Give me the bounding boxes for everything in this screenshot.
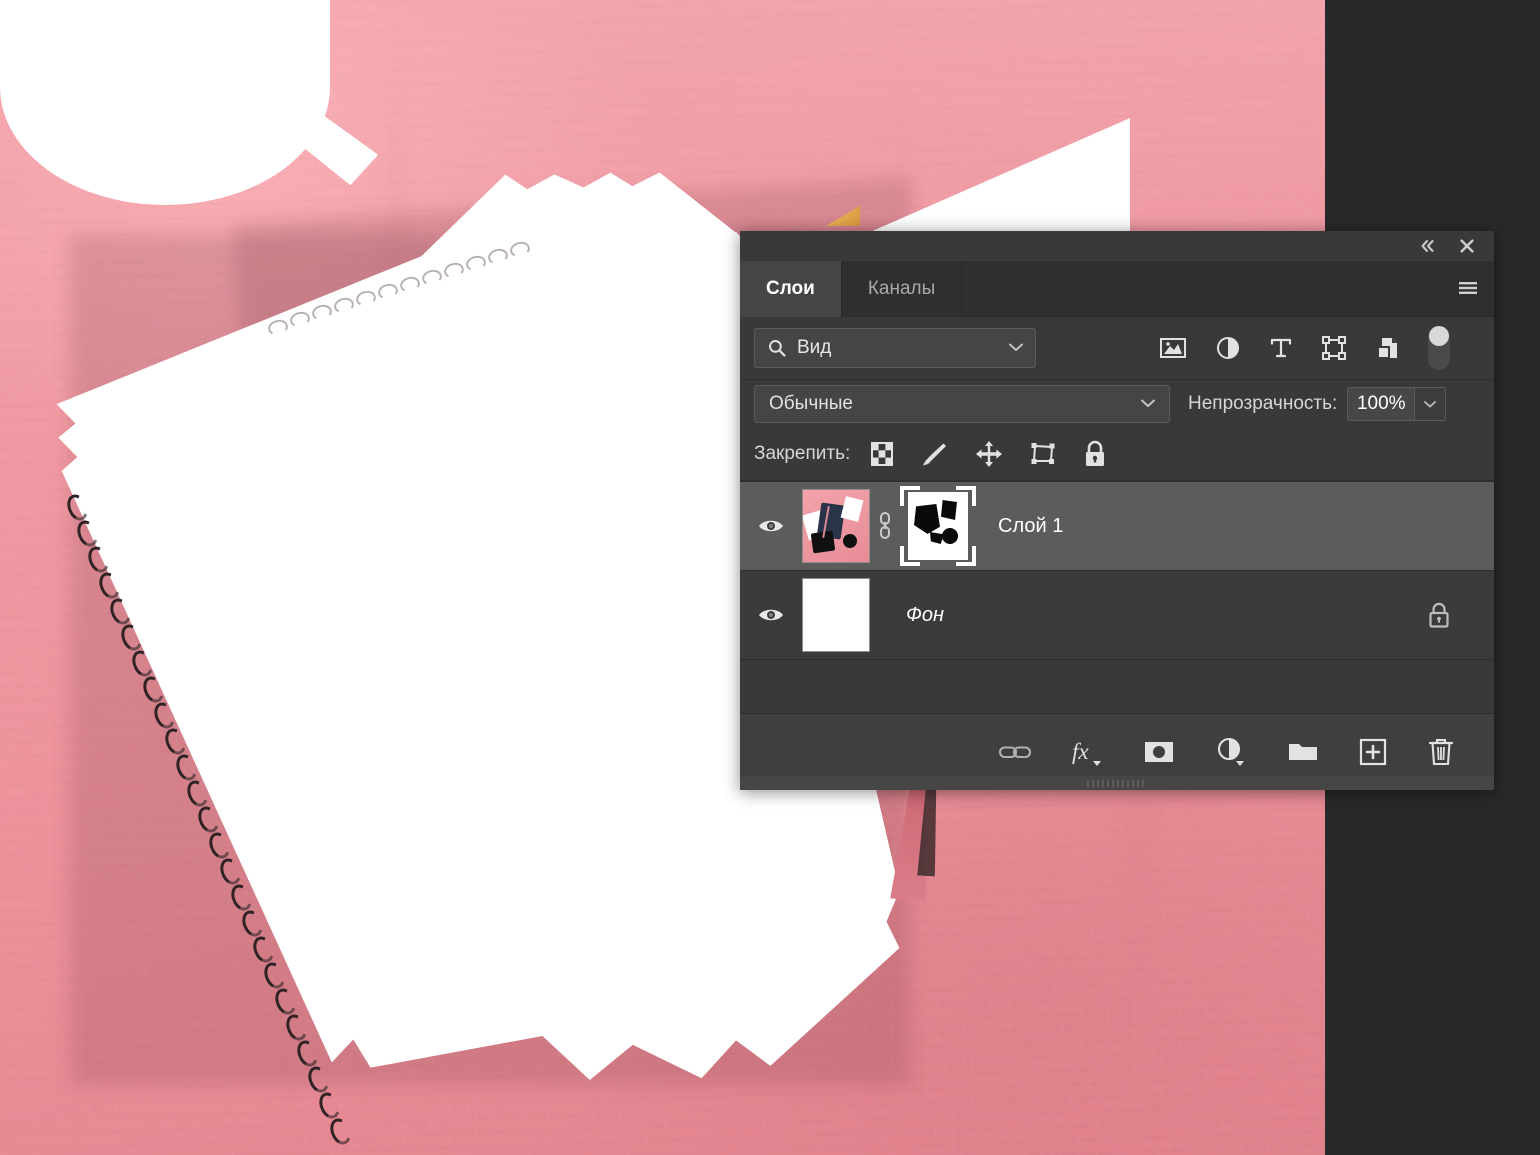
tab-layers-label: Слои xyxy=(766,278,815,300)
mask-selection-corner xyxy=(900,486,920,506)
opacity-label: Непрозрачность: xyxy=(1188,393,1337,415)
search-icon xyxy=(767,338,787,358)
chevron-down-icon xyxy=(1007,337,1025,359)
eye-icon[interactable] xyxy=(740,605,802,625)
svg-text:fx: fx xyxy=(1072,739,1089,764)
table-row[interactable]: Фон xyxy=(740,571,1494,660)
panel-titlebar xyxy=(740,231,1494,261)
lock-transparent-pixels-icon[interactable] xyxy=(868,440,896,468)
layers-panel[interactable]: Слои Каналы xyxy=(740,231,1494,790)
mask-selection-corner xyxy=(956,486,976,506)
tab-channels-label: Каналы xyxy=(868,278,935,300)
layer-mask-thumbnail[interactable] xyxy=(900,486,976,566)
lock-position-icon[interactable] xyxy=(974,439,1004,469)
lock-image-pixels-icon[interactable] xyxy=(920,439,950,469)
panel-resize-grabber[interactable] xyxy=(740,776,1494,790)
delete-layer-icon[interactable] xyxy=(1426,736,1456,768)
shape-filter-icon[interactable] xyxy=(1320,334,1348,362)
blend-mode-row: Обычные Непрозрачность: 100% xyxy=(740,380,1494,428)
image-filter-icon[interactable] xyxy=(1158,334,1188,362)
layer-thumbnail[interactable] xyxy=(802,489,870,563)
layer-style-fx-icon[interactable]: fx xyxy=(1070,736,1104,768)
mask-selection-corner xyxy=(900,546,920,566)
table-row[interactable]: Слой 1 xyxy=(740,482,1494,571)
chevron-down-icon xyxy=(1139,393,1157,415)
lock-icon[interactable] xyxy=(1426,600,1452,630)
eye-icon[interactable] xyxy=(740,516,802,536)
link-mask-icon[interactable] xyxy=(870,509,900,543)
lock-all-icon[interactable] xyxy=(1082,439,1108,469)
tab-strip-filler xyxy=(962,261,1494,317)
filter-enable-toggle[interactable] xyxy=(1428,326,1450,370)
opacity-value[interactable]: 100% xyxy=(1348,388,1414,420)
link-layers-icon[interactable] xyxy=(998,739,1032,765)
filter-type-value: Вид xyxy=(797,337,831,359)
collapse-panel-icon[interactable] xyxy=(1410,231,1444,261)
adjustment-filter-icon[interactable] xyxy=(1214,334,1242,362)
blend-mode-select[interactable]: Обычные xyxy=(754,385,1170,423)
type-filter-icon[interactable] xyxy=(1268,334,1294,362)
filter-icon-group xyxy=(1036,326,1494,370)
hamburger-menu-icon[interactable] xyxy=(1454,275,1482,301)
layers-list: Слой 1 Фон xyxy=(740,481,1494,660)
lock-artboard-icon[interactable] xyxy=(1028,440,1058,468)
layer-filter-row: Вид xyxy=(740,317,1494,380)
panel-bottom-toolbar: fx xyxy=(740,713,1494,790)
filter-type-select[interactable]: Вид xyxy=(754,328,1036,368)
new-group-icon[interactable] xyxy=(1286,739,1320,765)
opacity-field[interactable]: 100% xyxy=(1347,387,1446,421)
blend-mode-value: Обычные xyxy=(769,393,853,415)
new-adjustment-layer-icon[interactable] xyxy=(1214,736,1248,768)
add-layer-mask-icon[interactable] xyxy=(1142,739,1176,765)
layer-thumbnail[interactable] xyxy=(802,578,870,652)
close-icon[interactable] xyxy=(1450,231,1484,261)
new-layer-icon[interactable] xyxy=(1358,737,1388,767)
tab-layers[interactable]: Слои xyxy=(740,261,842,317)
lock-row: Закрепить: xyxy=(740,428,1494,481)
photoshop-workspace: Слои Каналы xyxy=(0,0,1540,1155)
grabber-dots xyxy=(1087,780,1147,787)
lock-label: Закрепить: xyxy=(754,443,850,465)
tab-channels[interactable]: Каналы xyxy=(842,261,962,317)
layer-name[interactable]: Фон xyxy=(906,604,944,627)
lock-icon-group xyxy=(868,439,1108,469)
opacity-chevron-down-icon[interactable] xyxy=(1414,388,1445,420)
mask-selection-corner xyxy=(956,546,976,566)
layer-name[interactable]: Слой 1 xyxy=(998,515,1063,538)
panel-tab-strip: Слои Каналы xyxy=(740,261,1494,317)
smart-object-filter-icon[interactable] xyxy=(1374,334,1402,362)
